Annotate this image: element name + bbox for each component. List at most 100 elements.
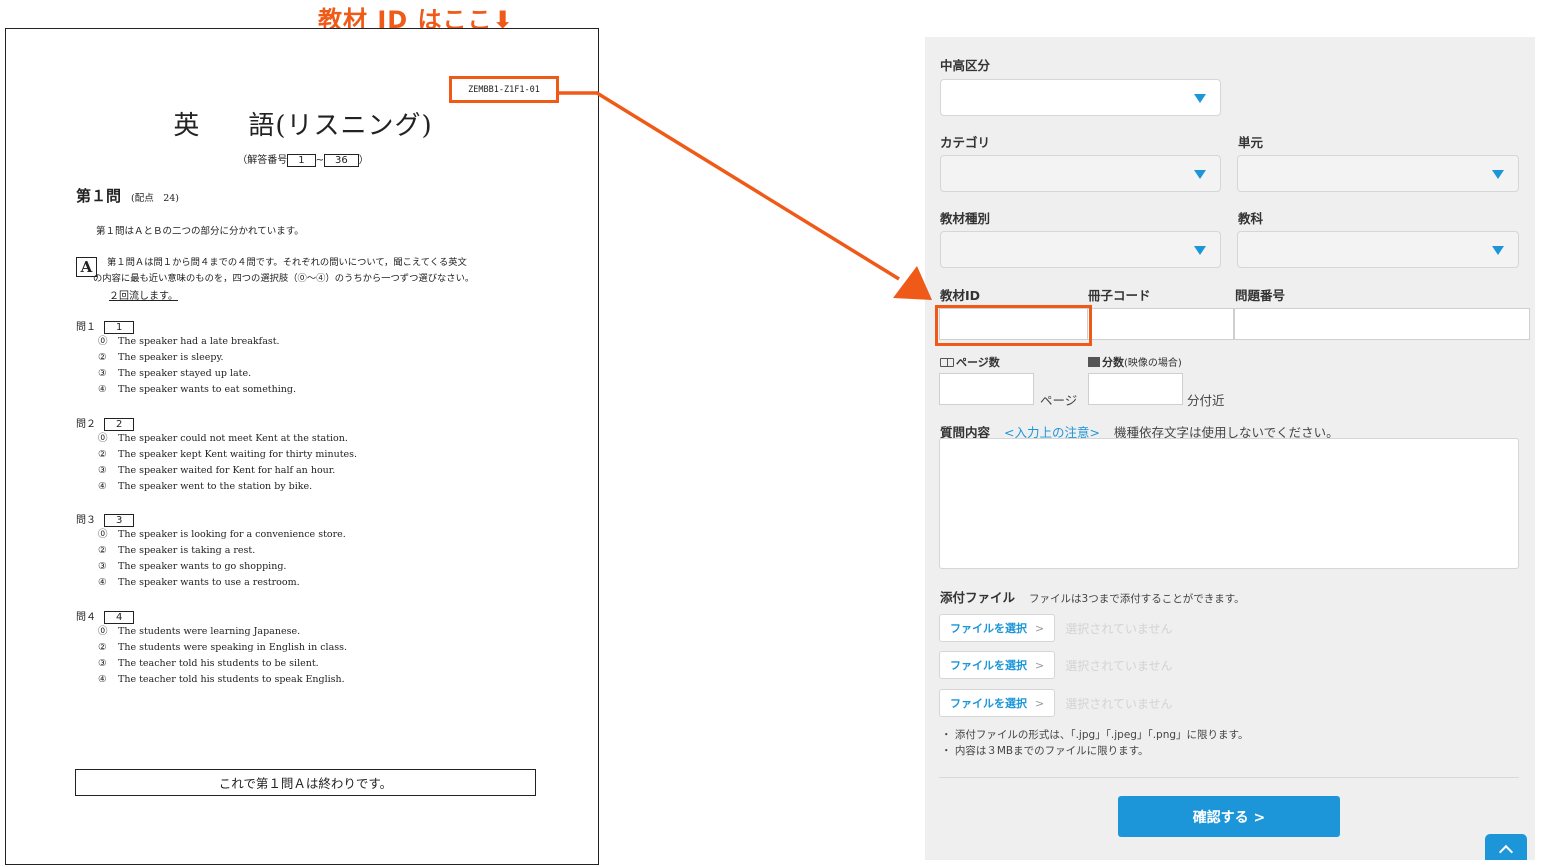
chevron-down-icon (1492, 246, 1504, 255)
arrow-line (557, 91, 900, 281)
option-text: The speaker wants to eat something. (118, 384, 297, 395)
option: ② The speaker is sleepy. (98, 350, 296, 366)
back-to-top-button[interactable] (1485, 834, 1527, 860)
question-box: 3 (104, 514, 135, 527)
option-text: The speaker waited for Kent for half an … (118, 465, 336, 476)
option-number: ⓪ (98, 433, 108, 444)
choose-file-button[interactable]: ファイルを選択 > (939, 689, 1056, 717)
exam-document-page: ZEMBB1-Z1F1-01 英語(リスニング) （解答番号 1 ~36） 第１問 (… (5, 28, 599, 865)
exam-title: 英 語(リスニング) (6, 105, 600, 142)
option-number: ② (98, 449, 107, 460)
option-number: ④ (98, 577, 107, 588)
option: ③ The speaker waited for Kent for half an… (98, 463, 357, 479)
chevron-right-icon: > (1035, 658, 1045, 672)
material-type-label: 教材種別 (940, 211, 991, 226)
option-number: ③ (98, 465, 107, 476)
attachments-label-text: 添付ファイル (940, 590, 1016, 605)
chevron-up-icon (1498, 844, 1514, 860)
chevron-down-icon (1492, 170, 1504, 179)
section-a-line-1: 第１問Ａは問１から問４までの４問です。それぞれの問いについて，聞こえてくる英文 (107, 257, 467, 268)
question-block: 問１ 1 ⓪ The speaker had a late breakfast. ②… (76, 318, 296, 398)
answer-from-box: 1 (287, 154, 316, 167)
booklet-code-input[interactable] (1087, 308, 1234, 340)
choose-file-button[interactable]: ファイルを選択 > (939, 614, 1056, 642)
question-number-label: 問題番号 (1235, 288, 1286, 303)
minutes-input[interactable] (1088, 373, 1183, 405)
chevron-down-icon (1194, 94, 1206, 103)
option-text: The speaker stayed up late. (118, 368, 252, 379)
question-box: 1 (104, 321, 135, 334)
option: ② The speaker kept Kent waiting for thirt… (98, 447, 357, 463)
option-text: The speaker wants to use a restroom. (118, 577, 300, 588)
confirm-button[interactable]: 確認する > (1118, 796, 1340, 837)
question-label: 問１ (76, 322, 96, 333)
option-number: ⓪ (98, 626, 108, 637)
subject-select[interactable] (1237, 231, 1519, 268)
file-status: 選択されていません (1065, 621, 1173, 636)
option: ② The speaker is taking a rest. (98, 543, 346, 559)
option-number: ④ (98, 481, 107, 492)
option: ③ The speaker stayed up late. (98, 366, 296, 382)
answer-number-range: （解答番号 1 ~36） (6, 151, 600, 167)
option-text: The speaker kept Kent waiting for thirty… (118, 449, 358, 460)
category-label: カテゴリ (940, 135, 991, 150)
choose-file-button[interactable]: ファイルを選択 > (939, 651, 1056, 679)
option-text: The speaker could not meet Kent at the s… (118, 433, 348, 444)
question-content-textarea[interactable] (939, 438, 1519, 569)
answer-to-box: 36 (324, 154, 359, 167)
option: ⓪ The speaker had a late breakfast. (98, 334, 296, 350)
material-type-select[interactable] (940, 231, 1221, 268)
choose-file-label: ファイルを選択 (950, 659, 1027, 672)
question-1-heading: 第１問 (配点 24) (76, 185, 179, 206)
file-status: 選択されていません (1065, 696, 1173, 711)
exam-title-right: 語(リスニング) (248, 111, 433, 141)
form-divider (939, 777, 1519, 778)
option-number: ② (98, 642, 107, 653)
material-id-label: 教材ID (940, 288, 981, 303)
book-icon (940, 358, 954, 367)
subject-label: 教科 (1238, 211, 1264, 226)
option-text: The speaker went to the station by bike. (118, 481, 313, 492)
question-1-title: 第１問 (76, 187, 122, 205)
option-text: The students were learning Japanese. (118, 626, 301, 637)
option-number: ③ (98, 368, 107, 379)
option-number: ② (98, 352, 107, 363)
option-text: The students were speaking in English in… (118, 642, 348, 653)
film-icon (1088, 357, 1100, 367)
school-level-label: 中高区分 (940, 58, 991, 73)
school-level-select[interactable] (940, 79, 1221, 116)
answer-sep: ~ (315, 155, 325, 166)
minutes-label-sub: (映像の場合) (1124, 358, 1182, 369)
option-number: ④ (98, 674, 107, 685)
option-text: The teacher told his students to be sile… (118, 658, 319, 669)
option-number: ③ (98, 658, 107, 669)
unit-select[interactable] (1237, 155, 1519, 192)
chevron-right-icon: > (1035, 696, 1045, 710)
option-text: The speaker is sleepy. (118, 352, 224, 363)
option: ⓪ The speaker is looking for a convenienc… (98, 527, 346, 543)
material-id-highlight (935, 305, 1092, 346)
screen: 教材 ID はここ⬇ ZEMBB1-Z1F1-01 英語(リスニング) （解答番… (0, 0, 1545, 867)
option: ④ The speaker wants to eat something. (98, 382, 296, 398)
category-select[interactable] (940, 155, 1221, 192)
answer-suffix: ） (358, 155, 369, 166)
file-input-row: ファイルを選択 > 選択されていません (939, 689, 1173, 717)
option-text: The speaker is taking a rest. (118, 545, 256, 556)
option: ③ The teacher told his students to be sil… (98, 656, 347, 672)
question-block: 問４ 4 ⓪ The students were learning Japanese… (76, 608, 347, 688)
chevron-down-icon (1194, 170, 1206, 179)
material-id-box: ZEMBB1-Z1F1-01 (449, 76, 559, 103)
option-text: The speaker is looking for a convenience… (118, 529, 346, 540)
question-label: 問４ (76, 612, 96, 623)
page-count-label: ページ数 (940, 354, 1000, 370)
question-number-input[interactable] (1234, 308, 1530, 340)
page-count-input[interactable] (939, 373, 1034, 405)
file-input-row: ファイルを選択 > 選択されていません (939, 651, 1173, 679)
option-number: ④ (98, 384, 107, 395)
option: ④ The speaker wants to use a restroom. (98, 575, 346, 591)
option-text: The speaker wants to go shopping. (118, 561, 287, 572)
option-number: ② (98, 545, 107, 556)
minutes-label: 分数(映像の場合) (1088, 354, 1182, 370)
question-1-points: (配点 24) (131, 193, 180, 204)
page-unit: ページ (1040, 393, 1078, 408)
